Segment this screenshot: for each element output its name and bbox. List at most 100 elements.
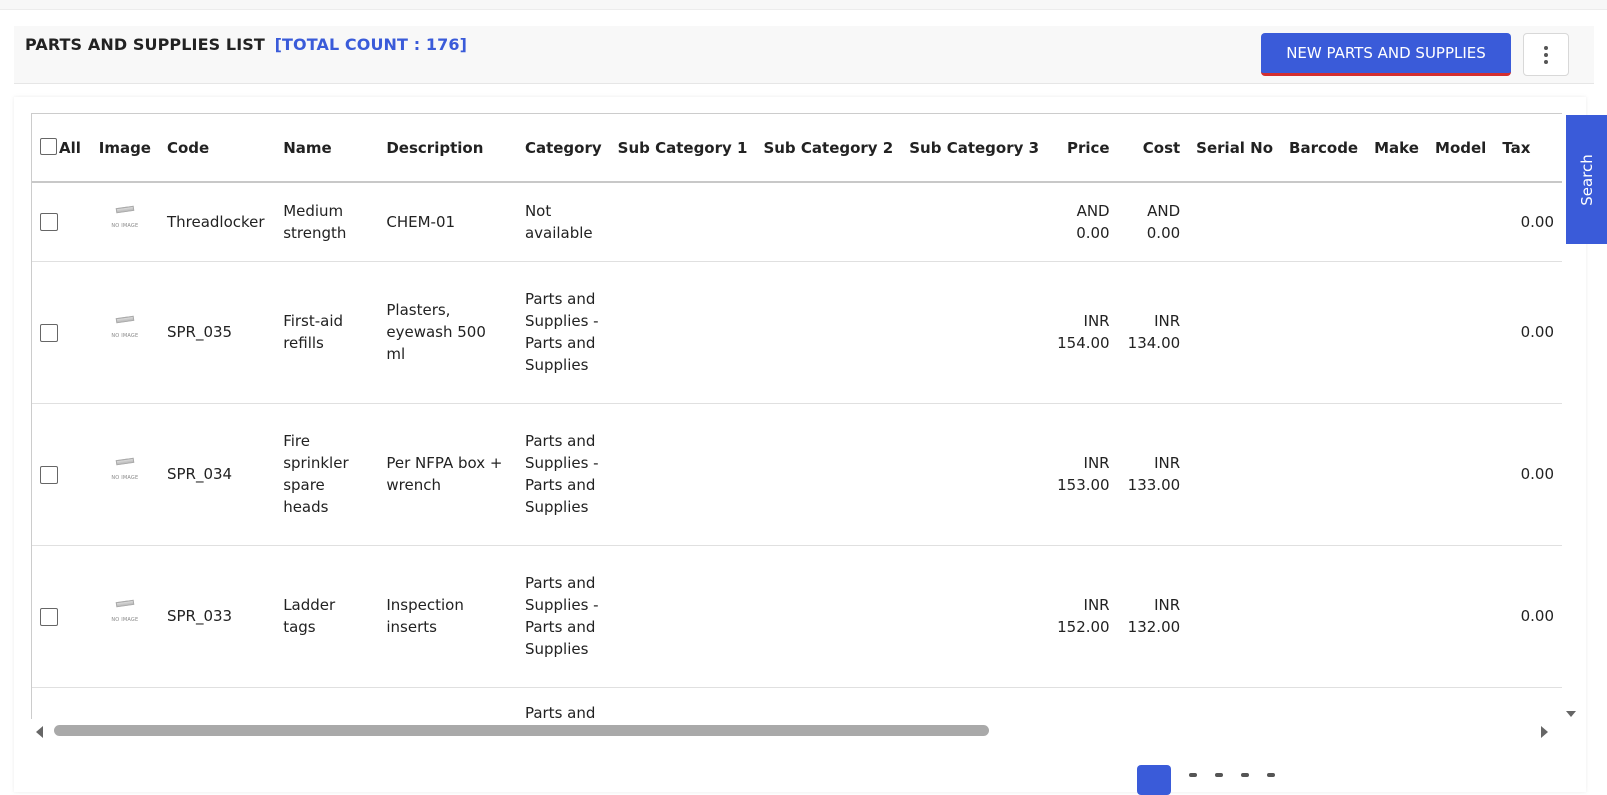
- barcode-cell: [1281, 182, 1367, 262]
- tax-cell: 0.00: [1494, 182, 1562, 262]
- description-cell: Inspection inserts: [378, 545, 517, 688]
- model-cell: [1427, 403, 1495, 546]
- model-cell: [1427, 182, 1495, 262]
- row-select-cell: [32, 545, 91, 688]
- row-select-cell: [32, 182, 91, 262]
- col-cost[interactable]: Cost: [1117, 114, 1189, 183]
- col-description[interactable]: Description: [378, 114, 517, 183]
- make-cell: [1366, 182, 1428, 262]
- category-cell: Parts and Supplies - Parts and Supplies: [516, 403, 610, 546]
- image-cell: NO IMAGE: [90, 261, 159, 404]
- sub-category-3-cell: [901, 687, 1048, 719]
- scroll-left-arrow-icon[interactable]: [36, 726, 43, 738]
- page-title: PARTS AND SUPPLIES LIST [TOTAL COUNT : 1…: [25, 35, 467, 54]
- scroll-down-arrow-icon[interactable]: [1566, 711, 1576, 717]
- search-tab-label: Search: [1577, 153, 1596, 206]
- sub-category-3-cell: [901, 403, 1048, 546]
- cost-cell: INR 134.00: [1117, 261, 1189, 404]
- description-cell: [378, 687, 517, 719]
- serial-no-cell: [1188, 687, 1282, 719]
- sub-category-2-cell: [755, 182, 902, 262]
- col-sub-category-1[interactable]: Sub Category 1: [609, 114, 756, 183]
- sub-category-2-cell: [755, 261, 902, 404]
- row-select-cell: [32, 687, 91, 719]
- col-sub-category-2[interactable]: Sub Category 2: [755, 114, 902, 183]
- image-cell: NO IMAGE: [90, 403, 159, 546]
- cost-cell: INR 132.00: [1117, 545, 1189, 688]
- col-tax[interactable]: Tax: [1494, 114, 1562, 183]
- row-checkbox[interactable]: [40, 213, 58, 232]
- image-cell: NO IMAGE: [90, 182, 159, 262]
- code-cell: [158, 687, 276, 719]
- table-row[interactable]: NO IMAGE SPR_034 Fire sprinkler spare he…: [32, 403, 1562, 546]
- table-row[interactable]: NO IMAGE SPR_033 Ladder tags Inspection …: [32, 545, 1562, 688]
- name-cell: First-aid refills: [275, 261, 379, 404]
- row-checkbox[interactable]: [40, 607, 58, 626]
- table-viewport: All Image Code Name Description Category…: [31, 113, 1562, 719]
- select-all-checkbox[interactable]: [40, 138, 57, 155]
- no-image-icon: NO IMAGE: [111, 205, 139, 237]
- table-row[interactable]: NO IMAGE SPR_035 First-aid refills Plast…: [32, 261, 1562, 404]
- col-model[interactable]: Model: [1427, 114, 1495, 183]
- sub-category-1-cell: [609, 545, 756, 688]
- col-category[interactable]: Category: [516, 114, 610, 183]
- serial-no-cell: [1188, 403, 1282, 546]
- category-cell: Parts and Supplies - Parts and Supplies: [516, 261, 610, 404]
- no-image-icon: NO IMAGE: [111, 315, 139, 347]
- sub-category-1-cell: [609, 687, 756, 719]
- page-button[interactable]: [1267, 773, 1275, 777]
- tax-cell: [1494, 687, 1562, 719]
- serial-no-cell: [1188, 261, 1282, 404]
- page-button[interactable]: [1189, 773, 1197, 777]
- row-checkbox[interactable]: [40, 465, 58, 484]
- table-header-row: All Image Code Name Description Category…: [32, 114, 1562, 183]
- category-cell: Not available: [516, 182, 610, 262]
- row-checkbox[interactable]: [40, 323, 58, 342]
- col-sub-category-3[interactable]: Sub Category 3: [901, 114, 1048, 183]
- make-cell: [1366, 261, 1428, 404]
- new-parts-and-supplies-button[interactable]: NEW PARTS AND SUPPLIES: [1261, 33, 1511, 76]
- col-code[interactable]: Code: [158, 114, 276, 183]
- page-header: PARTS AND SUPPLIES LIST [TOTAL COUNT : 1…: [14, 26, 1594, 84]
- sub-category-3-cell: [901, 182, 1048, 262]
- make-cell: [1366, 687, 1428, 719]
- col-make[interactable]: Make: [1366, 114, 1428, 183]
- col-barcode[interactable]: Barcode: [1281, 114, 1367, 183]
- table-row[interactable]: Parts and Supplies - Parts and Supplies: [32, 687, 1562, 719]
- cost-cell: INR 133.00: [1117, 403, 1189, 546]
- price-cell: [1047, 687, 1118, 719]
- sub-category-1-cell: [609, 182, 756, 262]
- price-cell: INR 152.00: [1047, 545, 1118, 688]
- page-button-active[interactable]: [1137, 765, 1171, 795]
- page-button[interactable]: [1215, 773, 1223, 777]
- barcode-cell: [1281, 403, 1367, 546]
- parts-table: All Image Code Name Description Category…: [32, 114, 1562, 719]
- model-cell: [1427, 261, 1495, 404]
- image-cell: [90, 687, 159, 719]
- col-name[interactable]: Name: [275, 114, 379, 183]
- category-cell: Parts and Supplies - Parts and Supplies: [516, 687, 610, 719]
- sub-category-2-cell: [755, 687, 902, 719]
- col-image[interactable]: Image: [90, 114, 159, 183]
- name-cell: Medium strength: [275, 182, 379, 262]
- description-cell: CHEM-01: [378, 182, 517, 262]
- cost-cell: AND 0.00: [1117, 182, 1189, 262]
- table-card: All Image Code Name Description Category…: [14, 97, 1586, 795]
- barcode-cell: [1281, 545, 1367, 688]
- tax-cell: 0.00: [1494, 545, 1562, 688]
- col-price[interactable]: Price: [1047, 114, 1118, 183]
- barcode-cell: [1281, 687, 1367, 719]
- more-options-button[interactable]: [1523, 33, 1569, 76]
- page-title-text: PARTS AND SUPPLIES LIST: [25, 35, 265, 54]
- horizontal-scrollbar[interactable]: [31, 720, 1562, 742]
- page-button[interactable]: [1241, 773, 1249, 777]
- sub-category-3-cell: [901, 545, 1048, 688]
- col-serial-no[interactable]: Serial No: [1188, 114, 1282, 183]
- category-cell: Parts and Supplies - Parts and Supplies: [516, 545, 610, 688]
- search-side-tab[interactable]: Search: [1566, 115, 1607, 244]
- scroll-right-arrow-icon[interactable]: [1541, 726, 1548, 738]
- horizontal-scroll-thumb[interactable]: [54, 725, 989, 736]
- barcode-cell: [1281, 261, 1367, 404]
- name-cell: [275, 687, 379, 719]
- table-row[interactable]: NO IMAGE Threadlocker Medium strength CH…: [32, 182, 1562, 262]
